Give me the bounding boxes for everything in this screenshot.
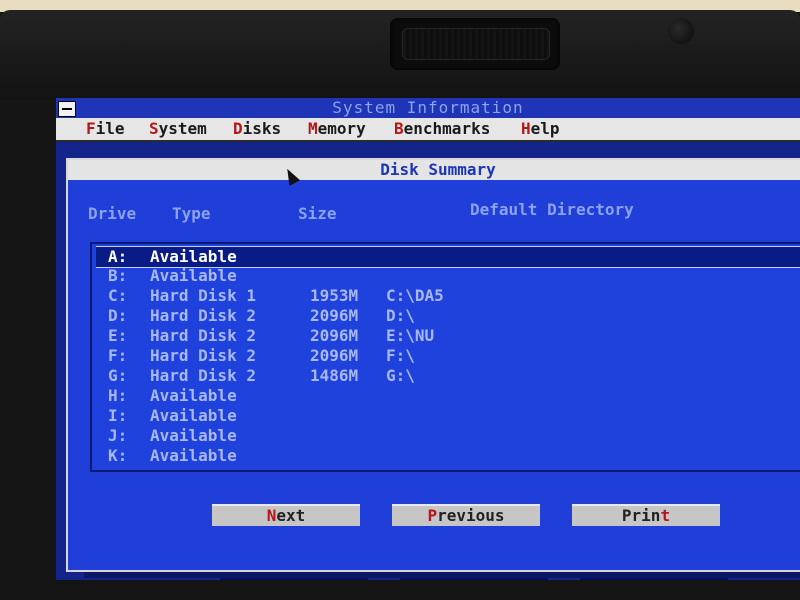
menu-benchmarks[interactable]: Benchmarks [394, 118, 490, 140]
previous-button[interactable]: Previous [392, 504, 540, 526]
drive-type: Hard Disk 2 [150, 366, 256, 385]
drive-type: Hard Disk 1 [150, 286, 256, 305]
drive-directory: F:\ [386, 346, 415, 365]
drive-type: Available [150, 446, 237, 465]
drive-type: Available [150, 406, 237, 425]
screen: System Information File System Disks Mem… [56, 98, 800, 580]
drive-letter: J: [108, 426, 128, 445]
drive-size: 1486M [310, 366, 359, 385]
list-item[interactable]: C: Hard Disk 1 1953M C:\DA5 [96, 286, 800, 306]
drive-directory: E:\NU [386, 326, 435, 345]
menu-label: enchmarks [403, 119, 491, 138]
drive-letter: I: [108, 406, 128, 425]
drive-size: 1953M [310, 286, 359, 305]
drive-size: 2096M [310, 326, 359, 345]
drive-letter: A: [108, 247, 128, 266]
list-item[interactable]: J: Available [96, 426, 800, 446]
drive-type: Available [150, 266, 237, 285]
drive-directory: D:\ [386, 306, 415, 325]
menu-hotkey: M [308, 119, 318, 138]
drive-type: Available [150, 247, 237, 266]
menu-bar: File System Disks Memory Benchmarks Help [56, 118, 800, 142]
title-bar: System Information [56, 98, 800, 118]
desktop: Disk Summary Drive Type Size Default Dir… [56, 142, 800, 580]
drive-letter: F: [108, 346, 128, 365]
list-item[interactable]: D: Hard Disk 2 2096M D:\ [96, 306, 800, 326]
list-item[interactable]: G: Hard Disk 2 1486M G:\ [96, 366, 800, 386]
menu-help[interactable]: Help [521, 118, 560, 140]
dialog-title: Disk Summary [68, 160, 800, 180]
laptop-bezel [0, 10, 800, 102]
list-item[interactable]: A: Available [96, 246, 800, 268]
webcam-lens-icon [668, 18, 694, 44]
drive-type: Available [150, 426, 237, 445]
list-item[interactable]: H: Available [96, 386, 800, 406]
next-button[interactable]: Next [212, 504, 360, 526]
button-label: revious [437, 506, 505, 525]
menu-hotkey: S [149, 119, 159, 138]
button-hotkey: P [427, 506, 438, 525]
menu-label: elp [530, 119, 560, 138]
header-type: Type [172, 204, 211, 223]
list-item[interactable]: I: Available [96, 406, 800, 426]
button-label: Prin [621, 506, 661, 525]
drive-type: Hard Disk 2 [150, 306, 256, 325]
button-hotkey: t [660, 506, 671, 525]
button-hotkey: N [266, 506, 277, 525]
menu-hotkey: F [86, 119, 96, 138]
menu-label: ile [95, 119, 125, 138]
menu-hotkey: B [394, 119, 404, 138]
drive-list[interactable]: A: Available B: Available C: Hard Disk 1… [90, 242, 800, 472]
drive-letter: K: [108, 446, 128, 465]
drive-letter: B: [108, 266, 128, 285]
header-size: Size [298, 204, 337, 223]
window-title: System Information [332, 98, 524, 117]
system-menu-icon[interactable] [58, 101, 76, 117]
laptop-bezel-bottom [56, 580, 800, 600]
button-label: ext [276, 506, 306, 525]
menu-label: emory [317, 119, 366, 138]
webcam-grille [402, 28, 550, 60]
laptop-bezel-left [0, 100, 56, 600]
menu-disks[interactable]: Disks [233, 118, 281, 140]
menu-system[interactable]: System [149, 118, 207, 140]
drive-type: Hard Disk 2 [150, 346, 256, 365]
list-item[interactable]: K: Available [96, 446, 800, 466]
list-item[interactable]: B: Available [96, 266, 800, 286]
header-drive: Drive [88, 204, 137, 223]
drive-letter: C: [108, 286, 128, 305]
drive-type: Hard Disk 2 [150, 326, 256, 345]
drive-type: Available [150, 386, 237, 405]
drive-size: 2096M [310, 346, 359, 365]
menu-label: isks [242, 119, 282, 138]
menu-label: ystem [158, 119, 207, 138]
drive-letter: D: [108, 306, 128, 325]
menu-hotkey: H [521, 119, 531, 138]
webcam-housing [390, 18, 560, 70]
menu-hotkey: D [233, 119, 243, 138]
disk-summary-dialog: Disk Summary Drive Type Size Default Dir… [66, 158, 800, 580]
drive-letter: G: [108, 366, 128, 385]
menu-file[interactable]: File [86, 118, 125, 140]
drive-directory: C:\DA5 [386, 286, 444, 305]
list-item[interactable]: F: Hard Disk 2 2096M F:\ [96, 346, 800, 366]
header-default-directory: Default Directory [470, 200, 634, 219]
drive-directory: G:\ [386, 366, 415, 385]
list-item[interactable]: E: Hard Disk 2 2096M E:\NU [96, 326, 800, 346]
drive-letter: E: [108, 326, 128, 345]
menu-memory[interactable]: Memory [308, 118, 366, 140]
drive-size: 2096M [310, 306, 359, 325]
print-button[interactable]: Print [572, 504, 720, 526]
drive-letter: H: [108, 386, 128, 405]
